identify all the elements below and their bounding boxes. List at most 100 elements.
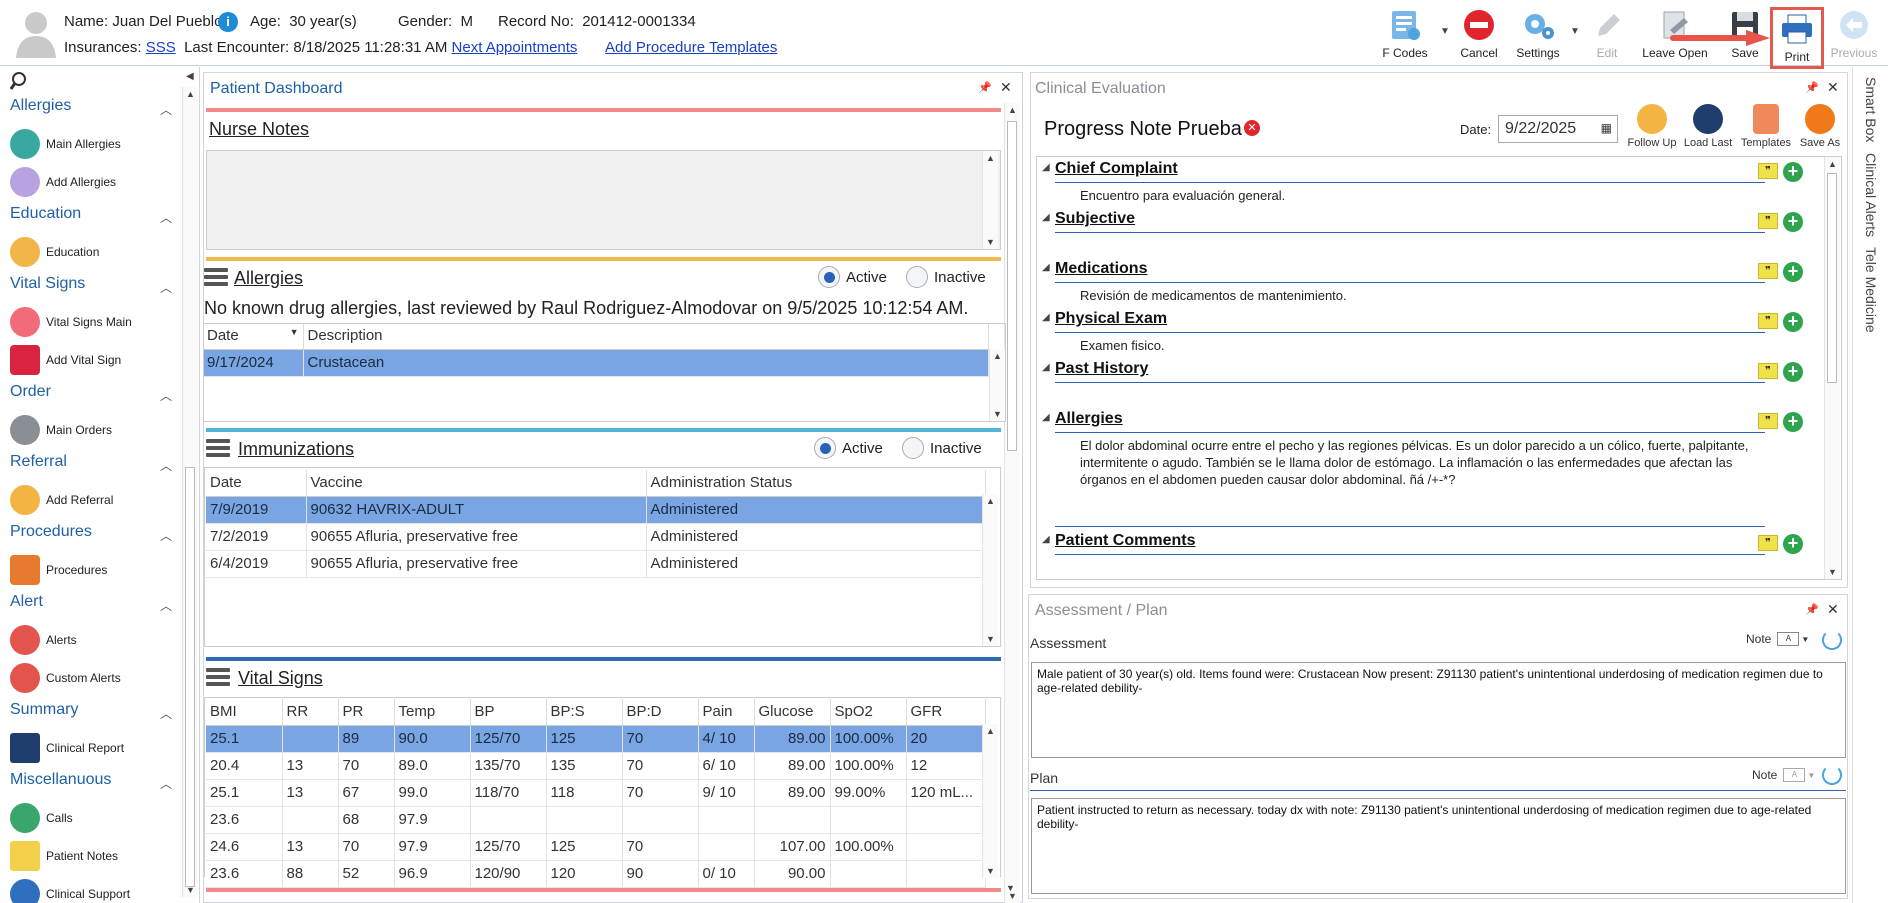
chevron-up-icon[interactable]: ︿ <box>160 527 172 544</box>
chevron-up-icon[interactable]: ︿ <box>160 775 172 792</box>
sidebar-item-vital-signs-main[interactable]: Vital Signs Main <box>10 305 132 339</box>
nurse-notes-scrollbar[interactable]: ▲ ▼ <box>982 151 998 249</box>
dashboard-scrollbar[interactable]: ▲ ▼ <box>1004 103 1020 903</box>
remove-note-icon[interactable]: ✕ <box>1244 120 1260 136</box>
add-icon[interactable]: + <box>1783 312 1803 332</box>
fcodes-button[interactable]: F Codes <box>1370 6 1440 62</box>
category-allergies[interactable]: Allergies <box>10 97 71 115</box>
sidebar-item-main-orders[interactable]: Main Orders <box>10 413 112 447</box>
search-icon[interactable] <box>9 71 30 91</box>
quote-icon[interactable]: ❞ <box>1758 313 1778 329</box>
section-text[interactable]: Revisión de medicamentos de mantenimient… <box>1080 287 1780 304</box>
immunizations-active-radio[interactable]: Active <box>814 437 883 459</box>
sidebar-item-clinical-support[interactable]: Clinical Support <box>10 877 130 903</box>
add-icon[interactable]: + <box>1783 162 1803 182</box>
date-field[interactable]: 9/22/2025 ▦ <box>1498 115 1618 143</box>
section-heading[interactable]: Physical Exam <box>1055 310 1167 328</box>
category-miscellanuous[interactable]: Miscellanuous <box>10 771 111 789</box>
settings-button[interactable]: Settings <box>1503 6 1573 62</box>
allergies-inactive-radio[interactable]: Inactive <box>906 266 986 288</box>
immunizations-inactive-radio[interactable]: Inactive <box>902 437 982 459</box>
pin-icon[interactable]: 📌 <box>1805 81 1819 94</box>
collapse-triangle-icon[interactable]: ◢ <box>1042 362 1050 373</box>
hamburger-icon[interactable] <box>204 268 228 286</box>
add-icon[interactable]: + <box>1783 534 1803 554</box>
edit-button[interactable]: Edit <box>1572 6 1642 62</box>
templates-button[interactable]: Templates <box>1736 104 1796 149</box>
chevron-up-icon[interactable]: ︿ <box>160 457 172 474</box>
next-appointments-link[interactable]: Next Appointments <box>452 39 578 56</box>
chevron-up-icon[interactable]: ︿ <box>160 209 172 226</box>
section-heading[interactable]: Subjective <box>1055 210 1135 228</box>
quote-icon[interactable]: ❞ <box>1758 263 1778 279</box>
allergies-table-scrollbar[interactable]: ▲ ▼ <box>989 349 1005 421</box>
calendar-icon[interactable]: ▦ <box>1601 121 1612 135</box>
sidebar-item-education[interactable]: Education <box>10 235 99 269</box>
plan-textarea[interactable]: Patient instructed to return as necessar… <box>1031 798 1846 894</box>
sidebar-item-add-vital-sign[interactable]: Add Vital Sign <box>10 343 121 377</box>
category-order[interactable]: Order <box>10 383 51 401</box>
section-heading[interactable]: Past History <box>1055 360 1148 378</box>
info-icon[interactable]: i <box>218 12 238 32</box>
section-heading[interactable]: Chief Complaint <box>1055 160 1178 178</box>
section-heading[interactable]: Medications <box>1055 260 1147 278</box>
close-icon[interactable]: ✕ <box>1827 79 1839 96</box>
plan-note-dropdown[interactable]: Note A ▼ <box>1752 768 1815 782</box>
quote-icon[interactable]: ❞ <box>1758 363 1778 379</box>
pin-icon[interactable]: 📌 <box>978 81 992 94</box>
assessment-note-dropdown[interactable]: Note A ▼ <box>1746 632 1809 646</box>
sidebar-item-calls[interactable]: Calls <box>10 801 73 835</box>
sidebar-item-patient-notes[interactable]: Patient Notes <box>10 839 118 873</box>
insurance-link[interactable]: SSS <box>146 39 176 56</box>
quote-icon[interactable]: ❞ <box>1758 413 1778 429</box>
add-icon[interactable]: + <box>1783 262 1803 282</box>
section-text[interactable]: Encuentro para evaluación general. <box>1080 187 1780 204</box>
add-icon[interactable]: + <box>1783 362 1803 382</box>
refresh-icon[interactable] <box>1822 765 1842 785</box>
sidebar-scrollbar[interactable]: ▲ ▼ <box>182 87 198 897</box>
section-text[interactable]: El dolor abdominal ocurre entre el pecho… <box>1080 437 1780 488</box>
category-summary[interactable]: Summary <box>10 701 78 719</box>
collapse-triangle-icon[interactable]: ◢ <box>1042 212 1050 223</box>
collapse-sidebar-icon[interactable]: ◀ <box>186 71 194 82</box>
add-procedure-templates-link[interactable]: Add Procedure Templates <box>605 39 777 56</box>
quote-icon[interactable]: ❞ <box>1758 163 1778 179</box>
category-alert[interactable]: Alert <box>10 593 43 611</box>
sidebar-item-custom-alerts[interactable]: Custom Alerts <box>10 661 121 695</box>
immunizations-table-scrollbar[interactable]: ▲ ▼ <box>982 494 998 646</box>
add-icon[interactable]: + <box>1783 212 1803 232</box>
quote-icon[interactable]: ❞ <box>1758 535 1778 551</box>
allergies-active-radio[interactable]: Active <box>818 266 887 288</box>
save-as-button[interactable]: Save As <box>1794 104 1846 149</box>
collapse-triangle-icon[interactable]: ◢ <box>1042 312 1050 323</box>
close-icon[interactable]: ✕ <box>1827 601 1839 618</box>
sidebar-item-add-referral[interactable]: Add Referral <box>10 483 113 517</box>
sidebar-item-alerts[interactable]: Alerts <box>10 623 77 657</box>
category-vital-signs[interactable]: Vital Signs <box>10 275 85 293</box>
vital-signs-table-scrollbar[interactable]: ▲ ▼ <box>982 724 998 878</box>
tab-smart-box[interactable]: Smart Box <box>1863 77 1879 142</box>
pin-icon[interactable]: 📌 <box>1805 603 1819 616</box>
clinical-sections-scrollbar[interactable]: ▲ ▼ <box>1824 157 1840 579</box>
chevron-up-icon[interactable]: ︿ <box>160 279 172 296</box>
hamburger-icon[interactable] <box>206 668 230 686</box>
refresh-icon[interactable] <box>1822 630 1842 650</box>
category-procedures[interactable]: Procedures <box>10 523 92 541</box>
chevron-up-icon[interactable]: ︿ <box>160 101 172 118</box>
section-text[interactable]: Examen fisico. <box>1080 337 1780 354</box>
collapse-triangle-icon[interactable]: ◢ <box>1042 262 1050 273</box>
nurse-notes-textarea[interactable] <box>206 150 1001 250</box>
previous-button[interactable]: Previous <box>1819 6 1888 62</box>
load-last-button[interactable]: Load Last <box>1680 104 1736 149</box>
sidebar-item-procedures[interactable]: Procedures <box>10 553 107 587</box>
collapse-triangle-icon[interactable]: ◢ <box>1042 534 1050 545</box>
collapse-triangle-icon[interactable]: ◢ <box>1042 162 1050 173</box>
quote-icon[interactable]: ❞ <box>1758 213 1778 229</box>
hamburger-icon[interactable] <box>206 439 230 457</box>
dashboard-scroll-down-icon[interactable]: ▼ <box>1006 883 1015 893</box>
sidebar-item-clinical-report[interactable]: Clinical Report <box>10 731 124 765</box>
close-icon[interactable]: ✕ <box>1000 79 1012 96</box>
section-heading[interactable]: Allergies <box>1055 410 1123 428</box>
category-referral[interactable]: Referral <box>10 453 67 471</box>
follow-up-button[interactable]: Follow Up <box>1622 104 1682 149</box>
